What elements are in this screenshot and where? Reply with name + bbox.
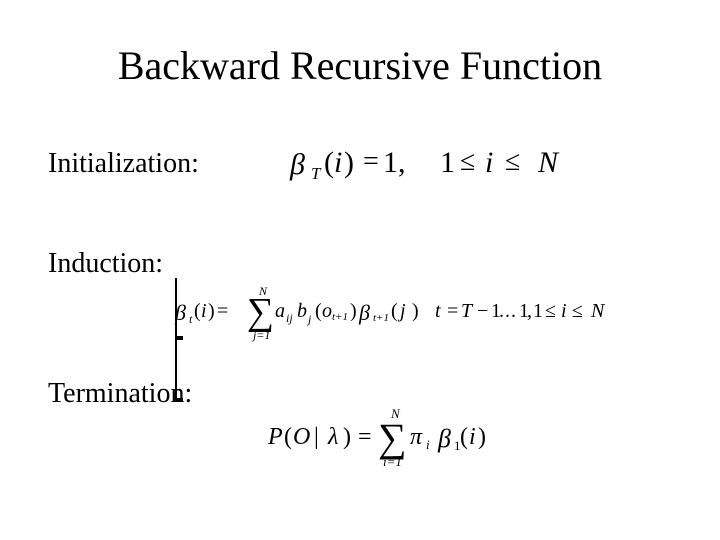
cond-t: t — [435, 300, 441, 323]
sub-T: T — [311, 164, 320, 184]
paren-open-beta: ( — [391, 300, 398, 323]
var-o: o — [322, 300, 332, 323]
formula-induction: β t ( i ) = ∑ N j=1 a ij b j ( o t+1 ) β… — [175, 278, 645, 348]
label-induction: Induction: — [48, 248, 163, 280]
sigma-lower: i=1 — [383, 454, 402, 470]
paren-close: ) — [344, 146, 354, 180]
range-i: i — [561, 300, 567, 323]
label-initialization: Initialization: — [48, 148, 199, 180]
comma: , — [398, 146, 406, 180]
bar: | — [314, 424, 319, 451]
paren-open-b: ( — [460, 424, 468, 451]
range-i: i — [485, 146, 493, 180]
paren-close: ) — [343, 424, 351, 451]
beta2-sub: t+1 — [373, 312, 389, 324]
beta2: β — [359, 300, 370, 326]
sub-j: j — [308, 312, 311, 327]
label-termination: Termination: — [48, 378, 192, 410]
sub-ij: ij — [286, 311, 293, 326]
sub-t1: t+1 — [332, 311, 348, 323]
cond-T: T — [461, 300, 472, 323]
range-N: N — [591, 300, 604, 323]
le-2: ≤ — [572, 300, 583, 323]
var-i: i — [334, 146, 342, 180]
paren-close-beta: ) — [412, 300, 419, 323]
paren-close-b: ) — [350, 300, 357, 323]
paren-open: ( — [324, 146, 334, 180]
cond-eq: = — [447, 300, 458, 323]
paren-close: ) — [208, 300, 215, 323]
pi-sub: i — [426, 437, 430, 453]
var-i: i — [201, 300, 207, 323]
range-N: N — [538, 146, 558, 180]
le-2: ≤ — [505, 146, 520, 178]
formula-initialization: β T ( i ) = 1 , 1 ≤ i ≤ N — [290, 138, 660, 182]
beta: β — [290, 148, 305, 182]
var-O: O — [293, 424, 310, 451]
var-i: i — [469, 424, 476, 451]
le-1: ≤ — [460, 146, 475, 178]
one: 1 — [383, 146, 398, 180]
var-P: P — [268, 424, 283, 451]
beta: β — [438, 424, 451, 454]
pi: π — [410, 424, 422, 451]
equals: = — [358, 424, 372, 451]
var-b: b — [297, 300, 307, 323]
equals: = — [363, 146, 379, 178]
sub-t: t — [189, 312, 192, 327]
slide: Backward Recursive Function Initializati… — [0, 0, 720, 540]
lambda: λ — [328, 424, 338, 451]
var-j: j — [400, 300, 406, 323]
range-1: 1 — [440, 146, 455, 180]
formula-termination: P ( O | λ ) = ∑ N i=1 π i β 1 ( i ) — [268, 402, 568, 472]
paren-open-b: ( — [315, 300, 322, 323]
var-a: a — [275, 300, 285, 323]
paren-open: ( — [284, 424, 292, 451]
paren-open: ( — [194, 300, 201, 323]
equals: = — [217, 300, 228, 323]
range-1: 1 — [533, 300, 543, 323]
slide-title: Backward Recursive Function — [0, 42, 720, 89]
beta: β — [175, 300, 186, 326]
sigma-lower: j=1 — [253, 328, 270, 343]
cond-minus: − — [477, 300, 488, 323]
paren-close-b: ) — [478, 424, 486, 451]
le-1: ≤ — [545, 300, 556, 323]
dots: ... — [499, 300, 517, 323]
bracket-right — [175, 340, 177, 398]
cond-comma: , — [527, 300, 532, 323]
bracket-right-bot — [175, 400, 183, 402]
sigma-upper: N — [259, 284, 267, 299]
sigma-upper: N — [391, 406, 400, 422]
